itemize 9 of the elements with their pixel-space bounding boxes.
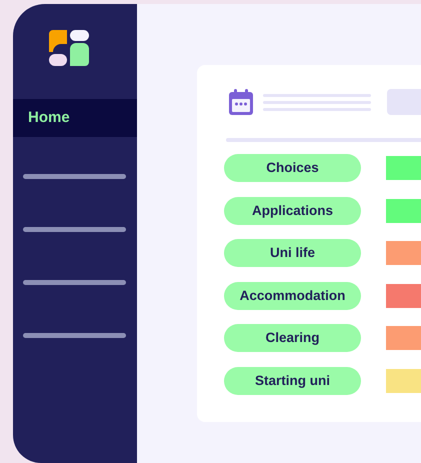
logo-icon xyxy=(49,30,89,66)
nav-item[interactable]: Home xyxy=(13,99,137,137)
calendar-icon xyxy=(229,89,253,115)
category-label: Choices xyxy=(224,154,361,182)
category-label: Starting uni xyxy=(224,366,361,395)
category-label: Accommodation xyxy=(224,282,361,310)
category-label: Clearing xyxy=(224,324,361,352)
category-label: Uni life xyxy=(224,239,361,268)
category-label: Applications xyxy=(224,196,361,225)
